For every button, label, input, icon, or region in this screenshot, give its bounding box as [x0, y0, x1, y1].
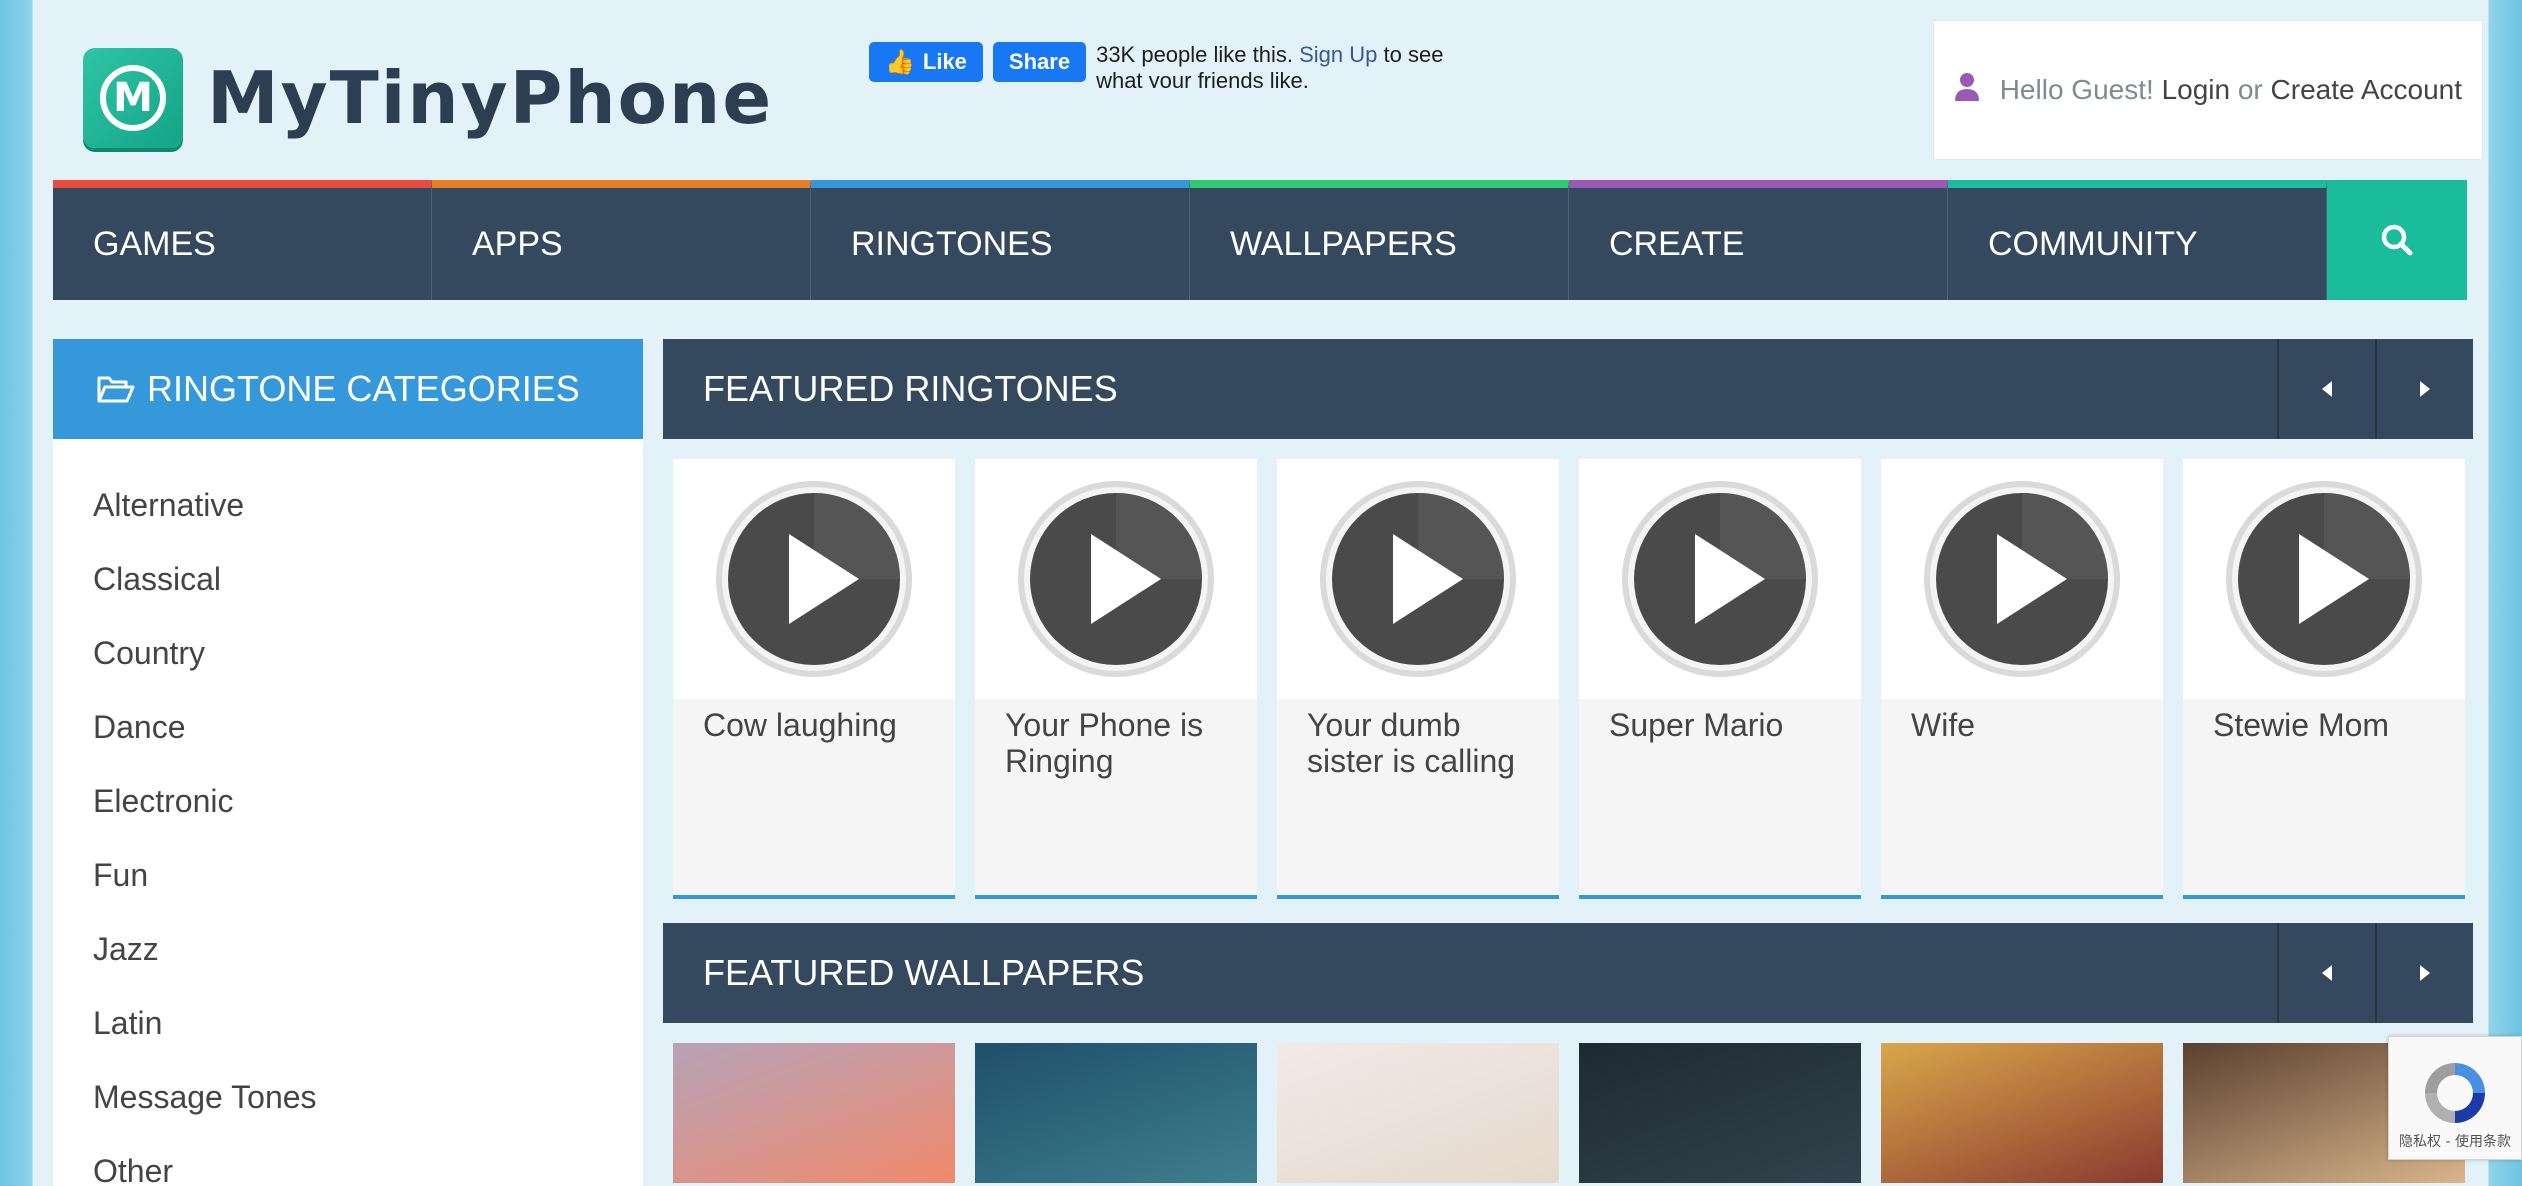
- play-icon[interactable]: [2224, 479, 2424, 679]
- ringtone-card[interactable]: Your dumb sister is calling: [1277, 459, 1559, 899]
- share-label: Share: [1008, 49, 1071, 74]
- like-count-text: 33K people like this.: [1096, 42, 1293, 67]
- wallpapers-prev-button[interactable]: [2277, 923, 2375, 1023]
- main-nav: GAMES APPS RINGTONES WALLPAPERS CREATE C…: [53, 180, 2472, 300]
- login-link[interactable]: Login: [2162, 74, 2231, 106]
- account-box: Hello Guest! Login or Create Account: [1933, 20, 2483, 160]
- ringtone-title[interactable]: Stewie Mom: [2183, 699, 2465, 899]
- ringtone-cards: Cow laughing Your Phone is Ringing Your …: [673, 459, 2473, 899]
- category-link[interactable]: Classical: [93, 550, 643, 624]
- category-link[interactable]: Dance: [93, 698, 643, 772]
- nav-item-community[interactable]: COMMUNITY: [1948, 180, 2327, 300]
- logo-letter: M: [100, 65, 166, 131]
- play-icon[interactable]: [1016, 479, 1216, 679]
- ringtones-next-button[interactable]: [2375, 339, 2473, 439]
- category-link[interactable]: Fun: [93, 846, 643, 920]
- create-account-link[interactable]: Create Account: [2271, 74, 2462, 106]
- facebook-like-count: 33K people like this. Sign Up to see wha…: [1096, 42, 1476, 88]
- nav-item-games[interactable]: GAMES: [53, 180, 432, 300]
- logo-badge-icon: M: [83, 48, 183, 148]
- facebook-signup-link[interactable]: Sign Up: [1299, 42, 1377, 67]
- page: M MyTinyPhone 👍 Like Share 33K people li…: [33, 0, 2488, 1186]
- caret-left-icon: [2322, 965, 2332, 981]
- featured-wallpapers-title: FEATURED WALLPAPERS: [703, 952, 1145, 993]
- facebook-widget: 👍 Like Share 33K people like this. Sign …: [869, 42, 1476, 88]
- ringtone-card[interactable]: Wife: [1881, 459, 2163, 899]
- category-link[interactable]: Electronic: [93, 772, 643, 846]
- play-icon[interactable]: [714, 479, 914, 679]
- like-label: Like: [922, 49, 967, 74]
- search-button[interactable]: [2327, 180, 2467, 300]
- nav-item-apps[interactable]: APPS: [432, 180, 811, 300]
- search-icon: [2381, 224, 2413, 256]
- category-link[interactable]: Message Tones: [93, 1068, 643, 1142]
- category-link[interactable]: Other: [93, 1142, 643, 1186]
- ringtone-categories-sidebar: RINGTONE CATEGORIES Alternative Classica…: [53, 339, 643, 1186]
- recaptcha-badge[interactable]: 隐私权 - 使用条款: [2388, 1036, 2522, 1160]
- recaptcha-icon: [2425, 1063, 2485, 1123]
- caret-right-icon: [2420, 381, 2430, 397]
- category-link[interactable]: Alternative: [93, 476, 643, 550]
- facebook-share-button[interactable]: Share: [992, 42, 1087, 82]
- play-icon[interactable]: [1318, 479, 1518, 679]
- caret-right-icon: [2420, 965, 2430, 981]
- sidebar-header: RINGTONE CATEGORIES: [53, 339, 643, 439]
- play-icon[interactable]: [1922, 479, 2122, 679]
- wallpaper-thumbnail[interactable]: [673, 1043, 955, 1183]
- ringtone-card[interactable]: Stewie Mom: [2183, 459, 2465, 899]
- site-logo[interactable]: M MyTinyPhone: [83, 48, 773, 148]
- thumbs-up-icon: 👍: [885, 48, 915, 76]
- ringtone-card[interactable]: Cow laughing: [673, 459, 955, 899]
- wallpaper-thumbnail[interactable]: [1277, 1043, 1559, 1183]
- category-link[interactable]: Jazz: [93, 920, 643, 994]
- ringtone-title[interactable]: Super Mario: [1579, 699, 1861, 899]
- facebook-like-button[interactable]: 👍 Like: [869, 42, 983, 82]
- greeting-text: Hello Guest!: [1999, 74, 2154, 105]
- ringtone-title[interactable]: Your dumb sister is calling: [1277, 699, 1559, 899]
- wallpaper-thumbnail[interactable]: [975, 1043, 1257, 1183]
- nav-item-create[interactable]: CREATE: [1569, 180, 1948, 300]
- wallpaper-thumbnail[interactable]: [1881, 1043, 2163, 1183]
- ringtone-card[interactable]: Your Phone is Ringing: [975, 459, 1257, 899]
- featured-ringtones-header: FEATURED RINGTONES: [663, 339, 2473, 439]
- or-text: or: [2237, 74, 2263, 105]
- play-icon[interactable]: [1620, 479, 1820, 679]
- wallpaper-cards: [673, 1043, 2473, 1183]
- featured-ringtones-title: FEATURED RINGTONES: [703, 368, 1118, 409]
- nav-item-ringtones[interactable]: RINGTONES: [811, 180, 1190, 300]
- category-link[interactable]: Country: [93, 624, 643, 698]
- ringtones-prev-button[interactable]: [2277, 339, 2375, 439]
- sidebar-title: RINGTONE CATEGORIES: [147, 368, 580, 409]
- ringtone-title[interactable]: Your Phone is Ringing: [975, 699, 1257, 899]
- user-icon: [1954, 72, 1980, 109]
- wallpaper-thumbnail[interactable]: [1579, 1043, 1861, 1183]
- nav-item-wallpapers[interactable]: WALLPAPERS: [1190, 180, 1569, 300]
- featured-wallpapers-header: FEATURED WALLPAPERS: [663, 923, 2473, 1023]
- wallpapers-next-button[interactable]: [2375, 923, 2473, 1023]
- folder-open-icon: [97, 376, 135, 403]
- caret-left-icon: [2322, 381, 2332, 397]
- site-name: MyTinyPhone: [207, 56, 774, 140]
- category-link[interactable]: Latin: [93, 994, 643, 1068]
- recaptcha-footer[interactable]: 隐私权 - 使用条款: [2399, 1131, 2511, 1159]
- ringtone-title[interactable]: Cow laughing: [673, 699, 955, 899]
- ringtone-card[interactable]: Super Mario: [1579, 459, 1861, 899]
- category-list: Alternative Classical Country Dance Elec…: [53, 439, 643, 1186]
- ringtone-title[interactable]: Wife: [1881, 699, 2163, 899]
